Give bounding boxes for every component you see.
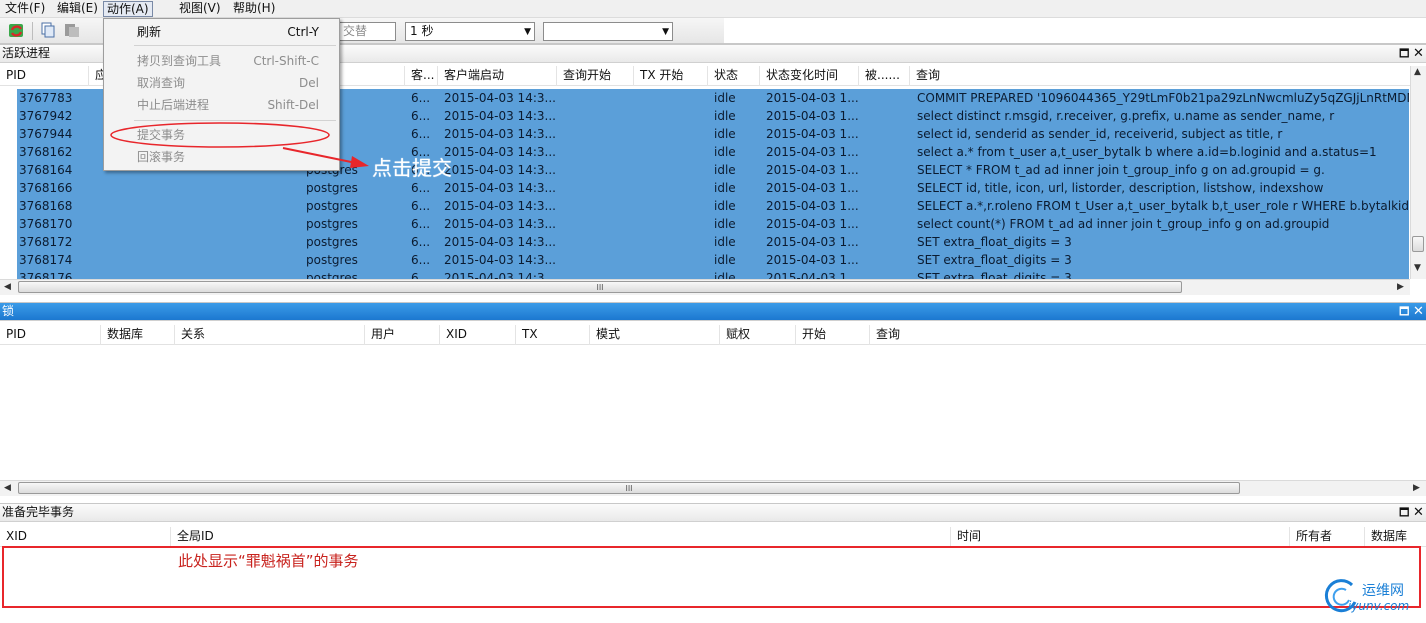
annotation-overlay (110, 122, 369, 168)
annotation-ellipse (110, 122, 330, 148)
annotation-arrow-line (282, 147, 357, 164)
annotation-arrowhead (350, 156, 369, 168)
annotation-arrow-text: 点击提交 (372, 156, 452, 180)
